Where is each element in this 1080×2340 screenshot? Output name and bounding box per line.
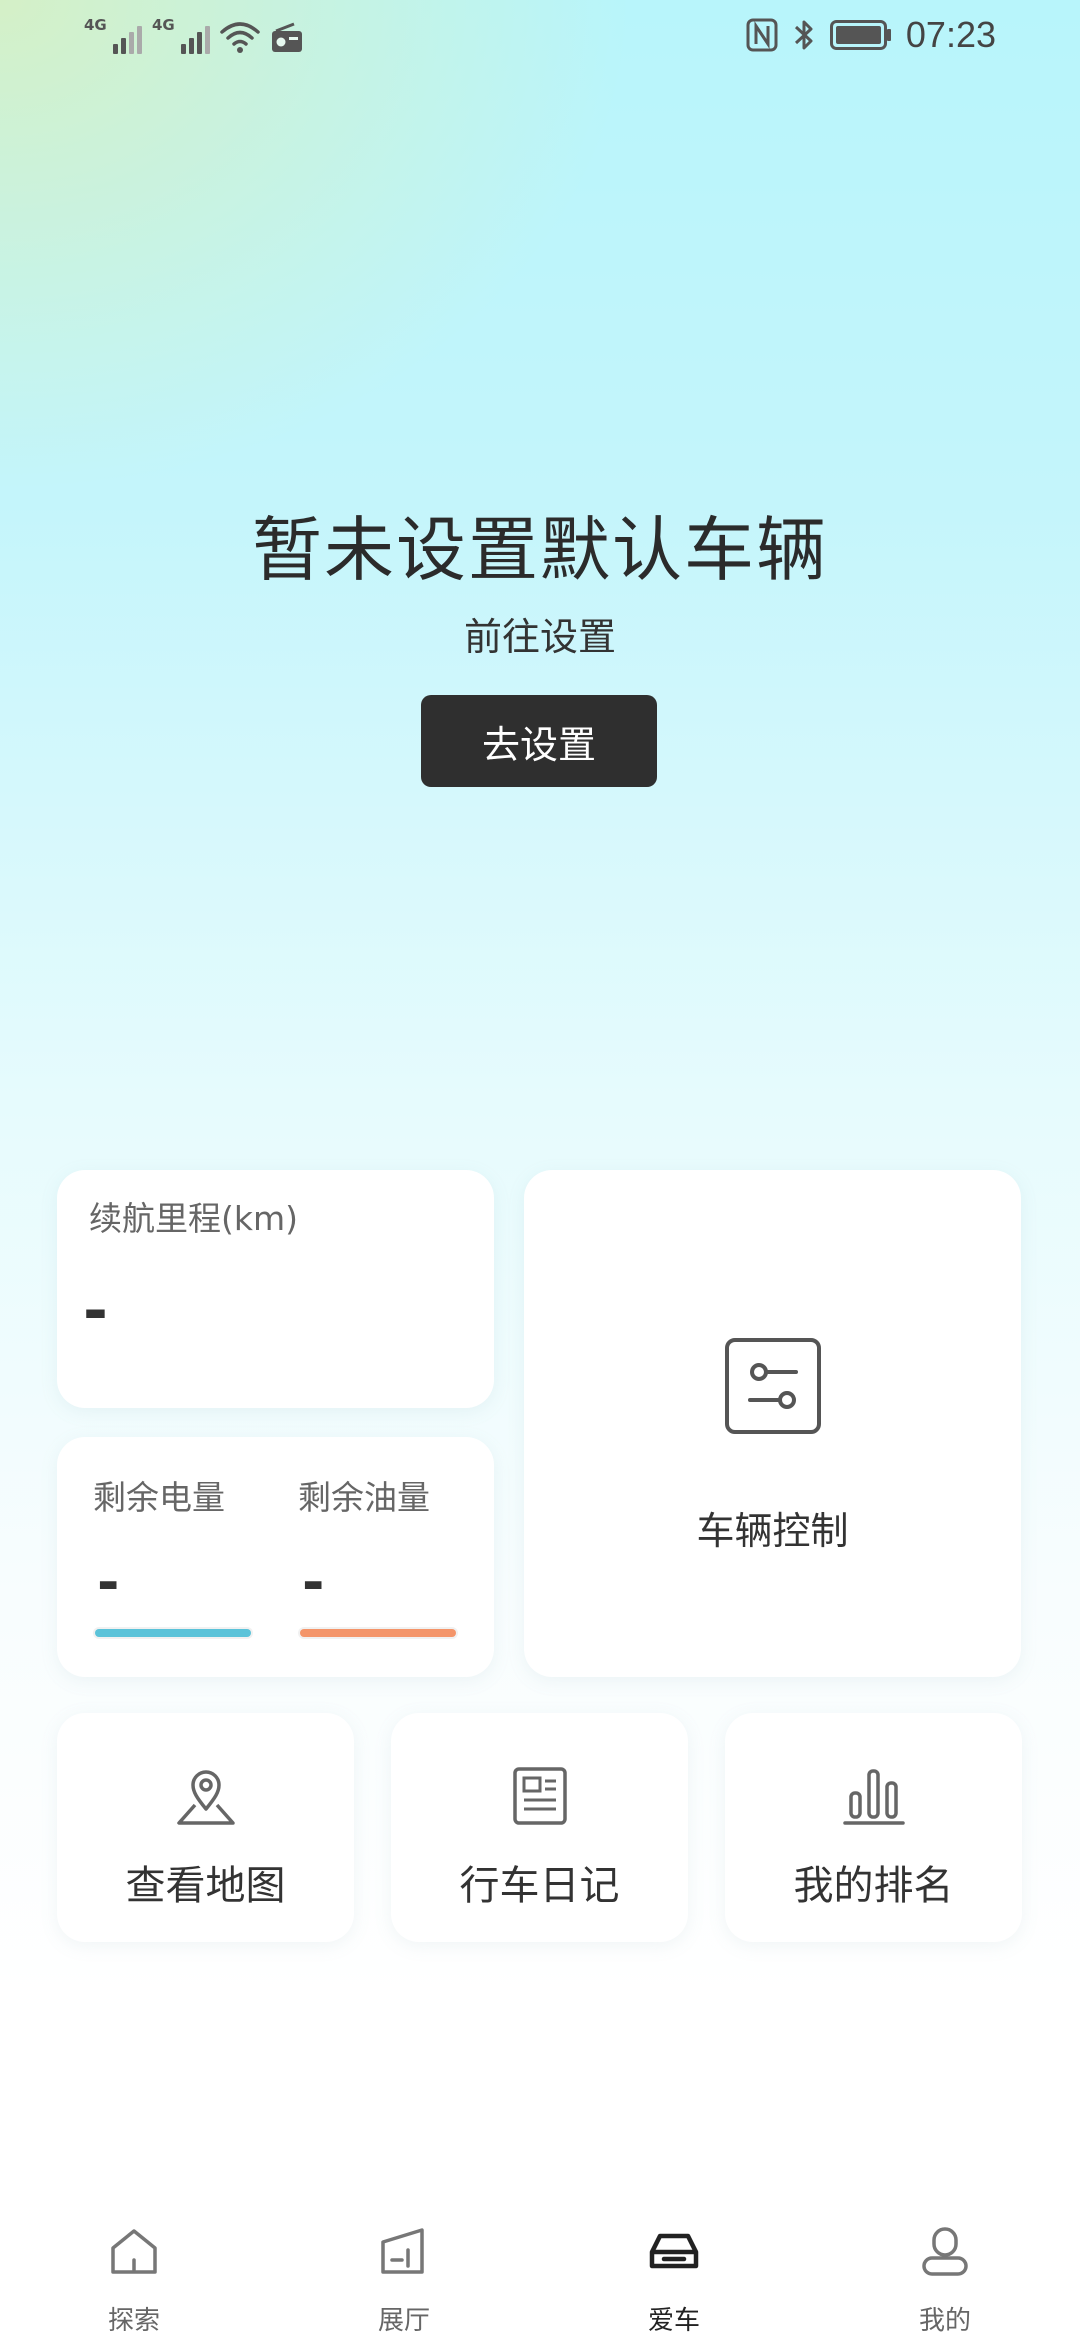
go-settings-subtitle: 前往设置 bbox=[463, 615, 616, 659]
tab-my-car-label: 爱车 bbox=[647, 2306, 700, 2336]
profile-icon bbox=[922, 2227, 968, 2276]
tab-showroom[interactable]: 展厅 bbox=[304, 2220, 504, 2336]
vehicle-control-icon bbox=[725, 1338, 821, 1434]
no-default-vehicle-title: 暂未设置默认车辆 bbox=[252, 509, 828, 591]
go-settings-button[interactable]: 去设置 bbox=[421, 695, 657, 787]
view-map-button[interactable]: 查看地图 bbox=[57, 1713, 354, 1942]
diary-icon bbox=[513, 1767, 567, 1825]
bottom-tab-bar: 探索 展厅 爱车 我的 bbox=[0, 2200, 1080, 2340]
driving-diary-label: 行车日记 bbox=[459, 1863, 620, 1909]
tab-profile[interactable]: 我的 bbox=[845, 2220, 1045, 2336]
battery-section: 剩余电量 - bbox=[93, 1437, 263, 1677]
tab-my-car[interactable]: 爱车 bbox=[574, 2220, 774, 2336]
battery-icon bbox=[829, 20, 891, 50]
status-right-group: 07:23 bbox=[746, 14, 996, 56]
vehicle-control-card[interactable]: 车辆控制 bbox=[524, 1170, 1021, 1677]
cellular-signal-1-icon: 4G bbox=[84, 16, 142, 54]
nfc-icon bbox=[746, 18, 778, 52]
clock: 07:23 bbox=[905, 14, 996, 55]
status-bar: 4G 4G 07:23 bbox=[0, 0, 1080, 72]
fuel-section: 剩余油量 - bbox=[298, 1437, 468, 1677]
home-icon bbox=[111, 2229, 157, 2274]
driving-diary-button[interactable]: 行车日记 bbox=[391, 1713, 688, 1942]
network-type-label: 4G bbox=[152, 16, 175, 34]
my-ranking-button[interactable]: 我的排名 bbox=[725, 1713, 1022, 1942]
energy-card[interactable]: 剩余电量 - 剩余油量 - bbox=[57, 1437, 494, 1677]
range-value: - bbox=[83, 1276, 108, 1346]
range-card[interactable]: 续航里程(km) - bbox=[57, 1170, 494, 1408]
radio-icon bbox=[272, 22, 302, 52]
my-ranking-label: 我的排名 bbox=[793, 1863, 954, 1909]
battery-bar bbox=[93, 1627, 253, 1639]
network-type-label: 4G bbox=[84, 16, 107, 34]
tab-explore[interactable]: 探索 bbox=[34, 2220, 234, 2336]
wifi-icon bbox=[220, 22, 260, 53]
tab-showroom-label: 展厅 bbox=[377, 2306, 430, 2336]
battery-label: 剩余电量 bbox=[93, 1478, 225, 1517]
status-indicators: 4G 4G bbox=[84, 16, 304, 54]
map-pin-icon bbox=[177, 1770, 235, 1825]
tab-profile-label: 我的 bbox=[918, 2306, 971, 2336]
view-map-label: 查看地图 bbox=[125, 1863, 286, 1909]
battery-bar-fill bbox=[95, 1629, 251, 1637]
fuel-value: - bbox=[302, 1551, 325, 1614]
vehicle-control-label: 车辆控制 bbox=[696, 1509, 849, 1553]
bluetooth-icon bbox=[794, 20, 813, 50]
tab-explore-label: 探索 bbox=[107, 2306, 160, 2336]
range-label: 续航里程(km) bbox=[89, 1199, 299, 1238]
fuel-bar-fill bbox=[300, 1629, 456, 1637]
fuel-bar bbox=[298, 1627, 458, 1639]
fuel-label: 剩余油量 bbox=[298, 1478, 430, 1517]
showroom-icon bbox=[381, 2228, 424, 2274]
battery-value: - bbox=[97, 1551, 120, 1614]
ranking-chart-icon bbox=[843, 1769, 905, 1825]
car-icon bbox=[649, 2233, 699, 2269]
cellular-signal-2-icon: 4G bbox=[152, 16, 210, 54]
